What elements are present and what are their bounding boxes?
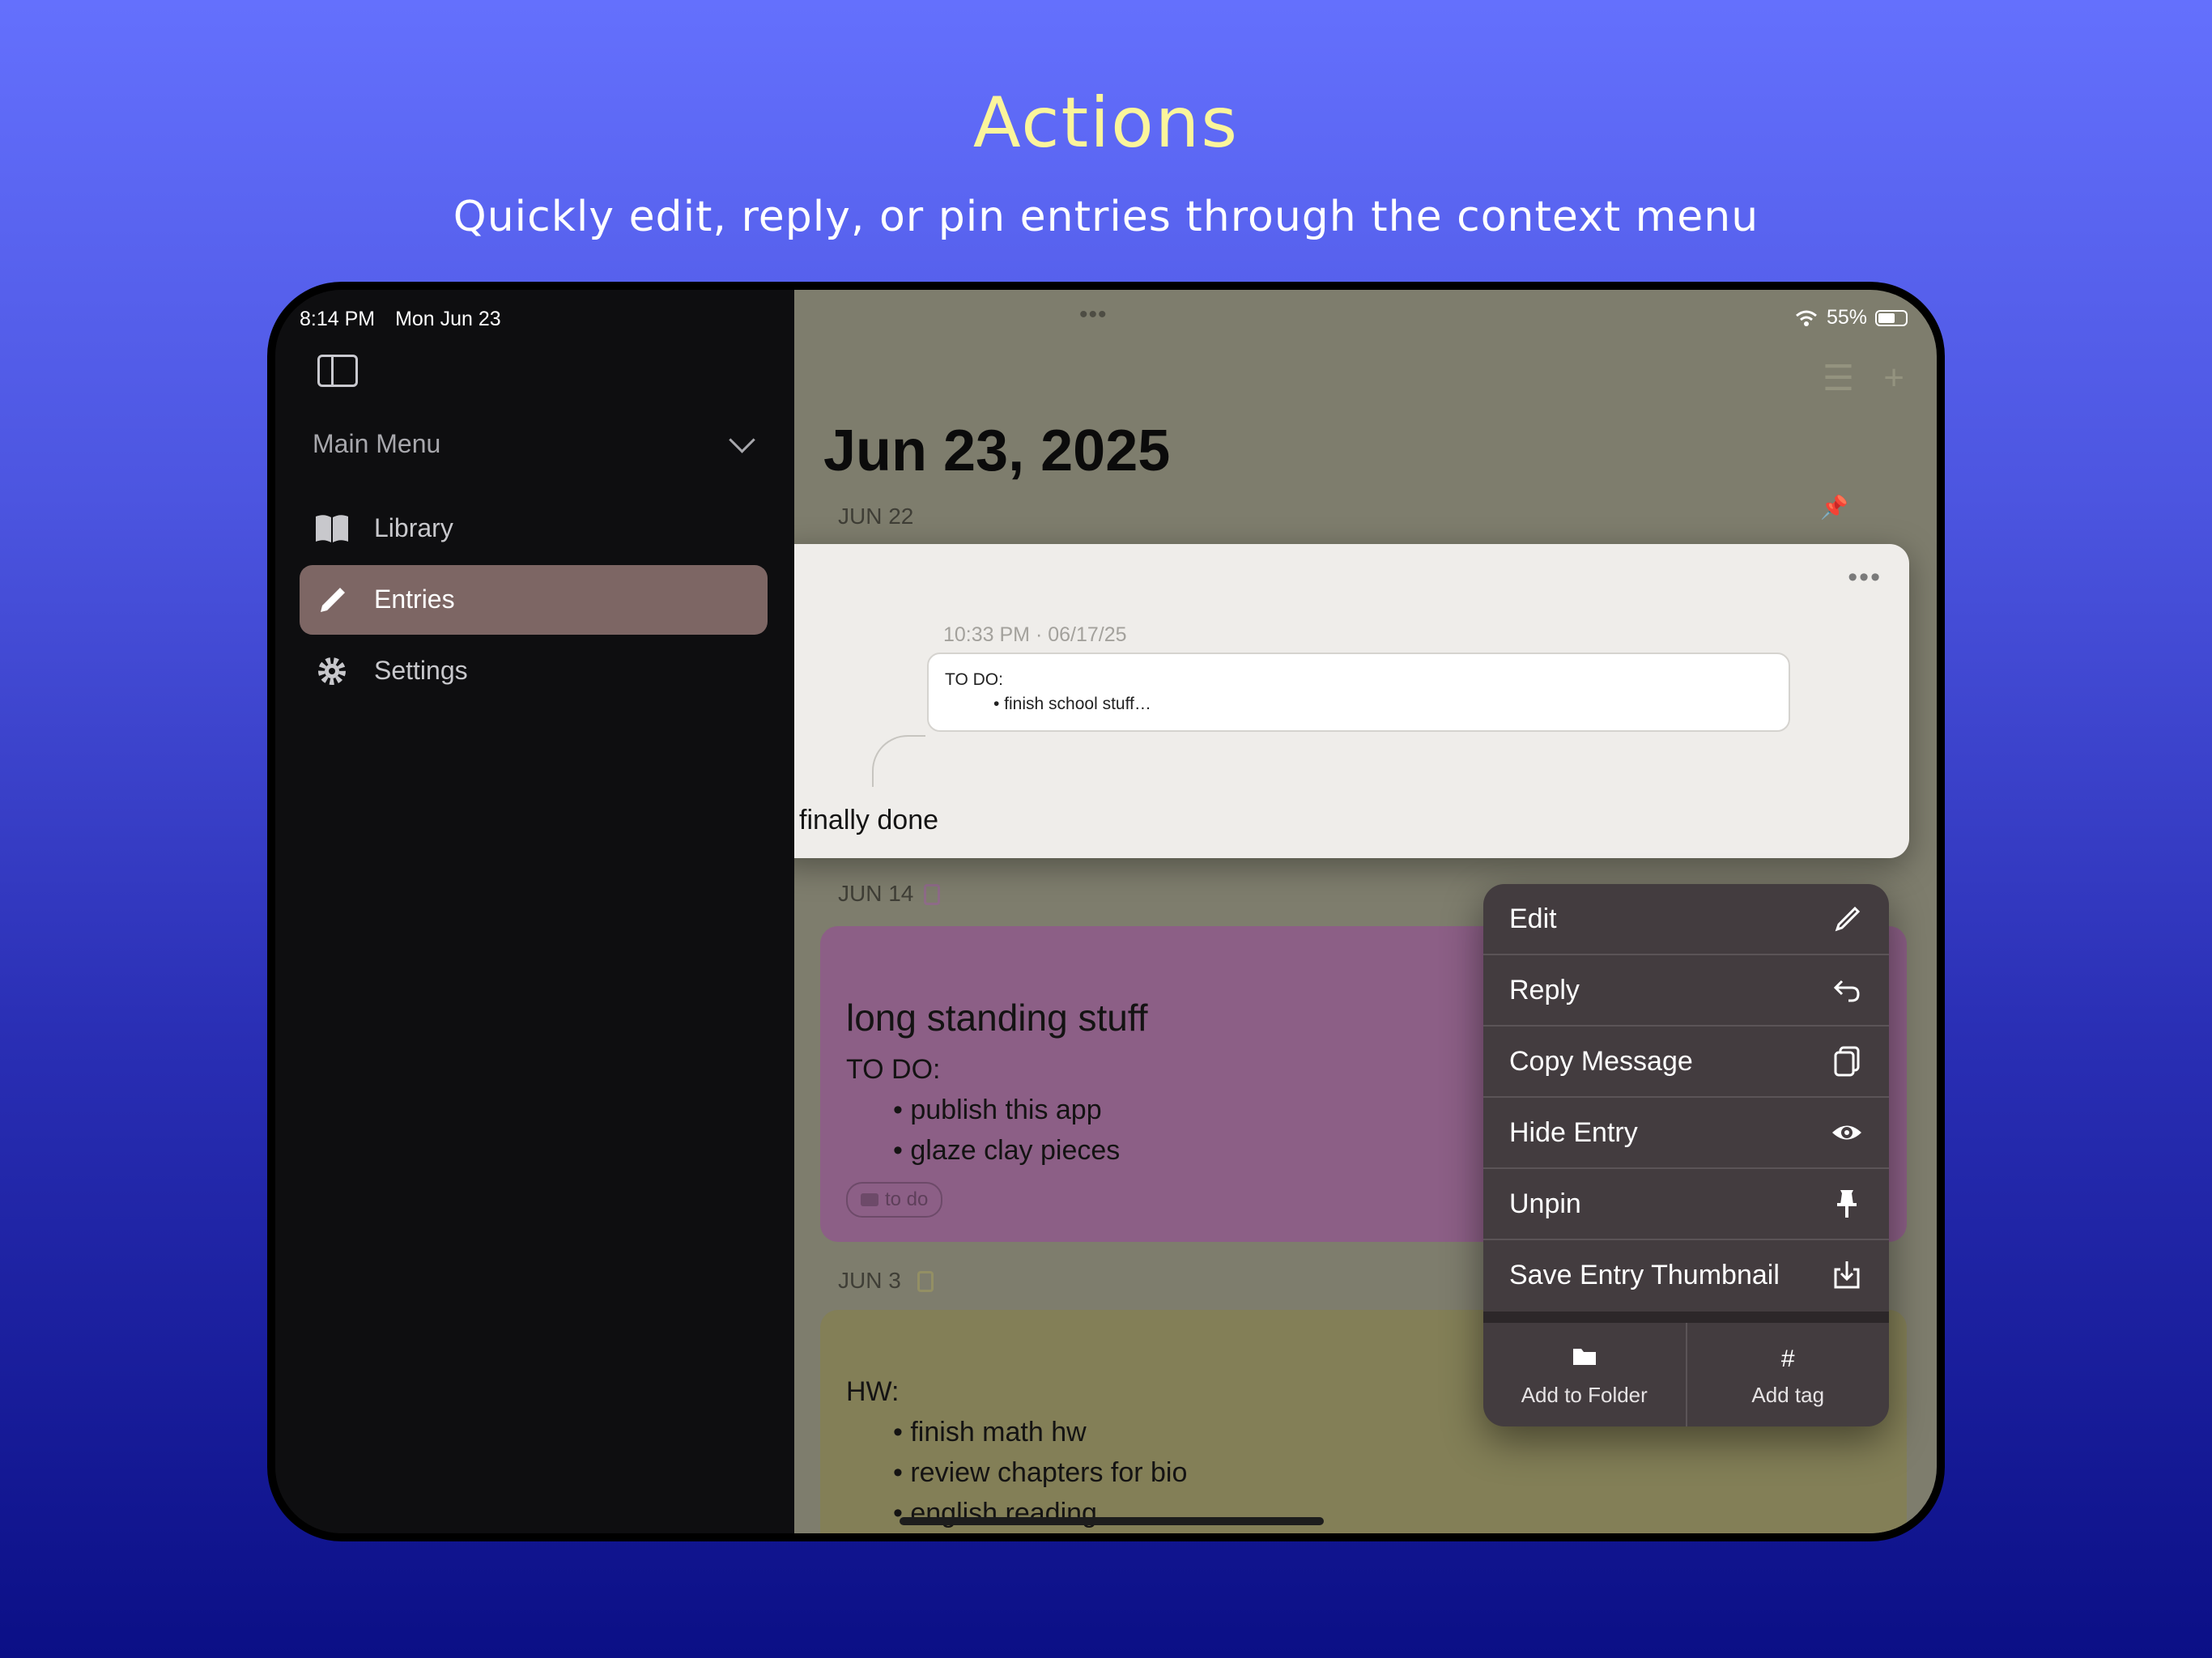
entry-title: long standing stuff	[846, 997, 1148, 1039]
entry-bullet: • review chapters for bio	[893, 1457, 1188, 1488]
home-indicator[interactable]	[900, 1517, 1324, 1525]
status-bar-left: 8:14 PM Mon Jun 23	[300, 308, 516, 331]
sidebar-item-label: Library	[374, 513, 453, 542]
clipboard-icon	[924, 884, 940, 905]
pencil-icon	[1835, 906, 1861, 932]
menu-item-unpin[interactable]: Unpin	[1483, 1169, 1889, 1240]
add-to-folder-button[interactable]: Add to Folder	[1483, 1323, 1686, 1426]
status-bar-right: 55%	[1794, 306, 1908, 329]
quoted-line: TO DO:	[945, 670, 1003, 689]
menu-item-label: Copy Message	[1509, 1046, 1693, 1077]
add-to-folder-label: Add to Folder	[1521, 1383, 1648, 1407]
menu-item-label: Edit	[1509, 903, 1557, 934]
gear-icon	[318, 657, 346, 685]
add-tag-button[interactable]: # Add tag	[1685, 1323, 1890, 1426]
wifi-icon	[1795, 310, 1817, 326]
menu-item-label: Hide Entry	[1509, 1117, 1638, 1148]
menu-item-label: Reply	[1509, 975, 1580, 1005]
quoted-bullet: • finish school stuff…	[993, 695, 1151, 713]
menu-item-reply[interactable]: Reply	[1483, 955, 1889, 1027]
multitasking-dots-icon[interactable]: •••	[1079, 301, 1108, 329]
entry-preview: ••• 10:33 PM · 06/17/25 TO DO: • finish …	[794, 544, 1909, 858]
book-icon	[316, 515, 348, 542]
reply-text: finally done	[799, 805, 939, 835]
filter-sliders-icon[interactable]: ☰	[1823, 358, 1854, 399]
sidebar-item-library[interactable]: Library	[300, 494, 768, 563]
chevron-down-icon[interactable]	[729, 427, 755, 453]
pin-icon: 📌	[1820, 495, 1848, 520]
day-label-jun22: JUN 22	[838, 504, 914, 529]
entry-line: HW:	[846, 1376, 900, 1407]
status-time: 8:14 PM	[300, 308, 376, 330]
menu-item-edit[interactable]: Edit	[1483, 884, 1889, 955]
context-menu: Edit Reply Copy Message Hide Entry Unpin	[1483, 884, 1889, 1426]
reply-arrow-icon	[1833, 980, 1860, 1002]
entry-bullet: • glaze clay pieces	[893, 1135, 1121, 1166]
day-label-jun3: JUN 3	[838, 1268, 901, 1293]
add-tag-label: Add tag	[1751, 1383, 1825, 1407]
hash-icon: #	[1780, 1346, 1795, 1372]
folder-tag-pill[interactable]: to do	[846, 1182, 943, 1218]
page-title: Jun 23, 2025	[823, 419, 1171, 483]
pencil-icon	[321, 588, 345, 612]
menu-separator	[1483, 1312, 1889, 1323]
menu-item-hide-entry[interactable]: Hide Entry	[1483, 1098, 1889, 1169]
sidebar-item-settings[interactable]: Settings	[300, 636, 768, 706]
battery-percent: 55%	[1826, 306, 1867, 329]
sidebar-item-entries[interactable]: Entries	[300, 565, 768, 635]
ipad-frame: 8:14 PM Mon Jun 23 Main Menu Library Ent…	[267, 282, 1945, 1541]
sidebar: 8:14 PM Mon Jun 23 Main Menu Library Ent…	[275, 290, 794, 1533]
quoted-timestamp: 10:33 PM · 06/17/25	[943, 623, 1127, 646]
pin-icon	[1837, 1190, 1857, 1218]
eye-icon	[1832, 1125, 1861, 1140]
reply-connector	[872, 735, 925, 787]
menu-quick-actions: Add to Folder # Add tag	[1483, 1323, 1889, 1426]
entry-bullet: • finish math hw	[893, 1417, 1087, 1448]
save-download-icon	[1834, 1261, 1860, 1289]
entry-bullet: • publish this app	[893, 1095, 1102, 1125]
main-menu-title[interactable]: Main Menu	[313, 429, 440, 459]
entry-line: TO DO:	[846, 1054, 941, 1085]
copy-icon	[1834, 1046, 1860, 1077]
folder-tag-label: to do	[885, 1188, 929, 1210]
day-label-jun14: JUN 14	[838, 881, 914, 906]
folder-icon	[1572, 1349, 1596, 1365]
menu-item-label: Save Entry Thumbnail	[1509, 1260, 1780, 1290]
ipad-screen: 8:14 PM Mon Jun 23 Main Menu Library Ent…	[275, 290, 1937, 1533]
main-pane: ••• 55% ☰ + Jun 23, 2025 JUN 22 📌 JUN 14	[794, 290, 1937, 1533]
sidebar-item-label: Settings	[374, 656, 468, 685]
marketing-subhead: Quickly edit, reply, or pin entries thro…	[453, 193, 1759, 241]
marketing-headline: Actions	[972, 83, 1240, 164]
status-date: Mon Jun 23	[395, 308, 501, 330]
sidebar-item-label: Entries	[374, 585, 455, 614]
menu-item-save-thumbnail[interactable]: Save Entry Thumbnail	[1483, 1240, 1889, 1312]
add-icon[interactable]: +	[1883, 358, 1904, 399]
battery-icon	[1875, 309, 1908, 326]
clipboard-icon	[917, 1271, 934, 1292]
more-options-icon[interactable]: •••	[1848, 562, 1882, 593]
quoted-entry[interactable]: TO DO: • finish school stuff…	[927, 653, 1790, 732]
menu-item-copy-message[interactable]: Copy Message	[1483, 1027, 1889, 1098]
menu-item-label: Unpin	[1509, 1188, 1581, 1219]
sidebar-toggle-icon[interactable]	[317, 355, 358, 387]
toolbar: ☰ +	[1823, 358, 1904, 399]
